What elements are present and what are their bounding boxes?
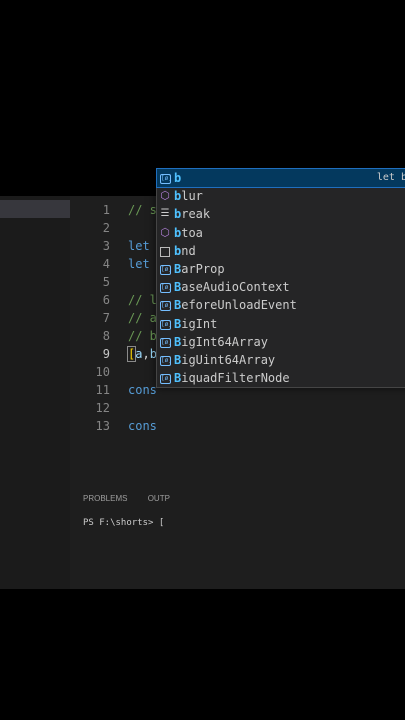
autocomplete-suggestion-list[interactable]: [ø]blet b:⬡blur☰break⬡btoabndb[ø]BarProp… [156,167,405,388]
suggestion-label: BeforeUnloadEvent [174,296,297,314]
suggestion-rest: reak [181,207,211,222]
suggestion-label: BaseAudioContext [174,278,290,296]
function-icon: ⬡ [160,189,170,203]
line-number: 5 [102,275,110,289]
suggestion-label: BigInt [174,315,217,333]
function-icon: ⬡ [160,225,170,239]
suggestion-rest: toa [181,225,203,240]
tab-output[interactable]: OUTP [148,494,170,503]
code-token: cons [128,383,157,397]
suggestion-label: blur [174,187,203,205]
variable-icon: [ø] [160,283,172,294]
suggestion-rest: arProp [181,261,225,276]
suggestion-item[interactable]: [ø]b let b: [156,167,405,189]
line-number: 1 [102,203,110,217]
suggestion-match: b [174,171,182,185]
line-number: 2 [102,221,110,235]
suggestion-rest: lur [181,189,203,204]
suggestion-rest: aseAudioContext [181,280,290,295]
suggestion-rest: eforeUnloadEvent [181,298,297,313]
suggestion-label: BigUint64Array [174,351,275,369]
variable-icon: [ø] [160,374,172,385]
code-token: let [128,257,150,271]
suggestion-item[interactable]: [ø] BiquadFilterNode [157,369,405,387]
code-token: cons [128,419,157,433]
line-number: 7 [102,311,110,325]
suggestion-label: break [174,205,210,223]
code-line[interactable]: cons [128,417,157,435]
line-number: 4 [102,257,110,271]
suggestion-label: btoa [174,224,203,242]
panel-tabs: PROBLEMS OUTP [83,494,188,503]
suggestion-item[interactable]: [ø] BigInt64Array [157,333,405,351]
variable-icon: [ø] [160,301,172,312]
terminal-prompt[interactable]: PS F:\shorts> [ [83,518,164,528]
variable-icon: [ø] [160,319,172,330]
line-number: 9 [102,347,110,361]
suggestion-label: b [174,169,181,187]
snippet-icon [160,246,170,257]
variable-icon: [ø] [160,337,172,348]
suggestion-detail: let b: [376,172,405,183]
variable-icon: [ø] [160,264,172,275]
suggestion-label: BarProp [174,260,225,278]
suggestion-item[interactable]: [ø] BigInt [157,315,405,333]
suggestion-item[interactable]: ⬡ blur [157,187,405,205]
variable-icon: [ø] [160,355,172,366]
suggestion-label: bnd [174,242,196,260]
suggestion-label: BigInt64Array [174,333,268,351]
line-number-gutter: 1 2 3 4 5 6 7 8 9 10 11 12 13 [70,196,120,496]
code-token: let [128,239,150,253]
suggestion-rest: igUint64Array [181,352,276,367]
tab-problems[interactable]: PROBLEMS [83,494,127,503]
suggestion-item[interactable]: [ø] BaseAudioContext [157,278,405,296]
suggestion-item[interactable]: [ø] BigUint64Array [157,351,405,369]
suggestion-item[interactable]: bndb [157,242,405,260]
line-number: 11 [95,383,110,397]
line-number: 3 [102,239,110,253]
line-number: 12 [95,401,110,415]
line-number: 10 [95,365,110,379]
suggestion-label: BiquadFilterNode [174,369,290,387]
keyword-icon: ☰ [160,208,170,220]
explorer-sidebar [0,196,70,589]
variable-icon: [ø] [160,174,172,184]
code-line[interactable]: cons [128,381,157,399]
suggestion-item[interactable]: ⬡ btoa [157,224,405,242]
line-number: 8 [102,329,110,343]
sidebar-active-item[interactable] [0,200,70,218]
suggestion-rest: igInt [181,316,218,331]
suggestion-rest: nd [181,243,196,258]
line-number: 6 [102,293,110,307]
suggestion-item[interactable]: [ø] BeforeUnloadEvent [157,296,405,314]
code-token: , [142,347,150,361]
suggestion-item[interactable]: [ø] BarProp [157,260,405,278]
suggestion-item[interactable]: ☰ break [157,205,405,223]
line-number: 13 [95,419,110,433]
terminal-panel: PROBLEMS OUTP PS F:\shorts> [ [70,486,405,589]
suggestion-rest: igInt64Array [181,334,268,349]
suggestion-rest: iquadFilterNode [181,371,290,386]
